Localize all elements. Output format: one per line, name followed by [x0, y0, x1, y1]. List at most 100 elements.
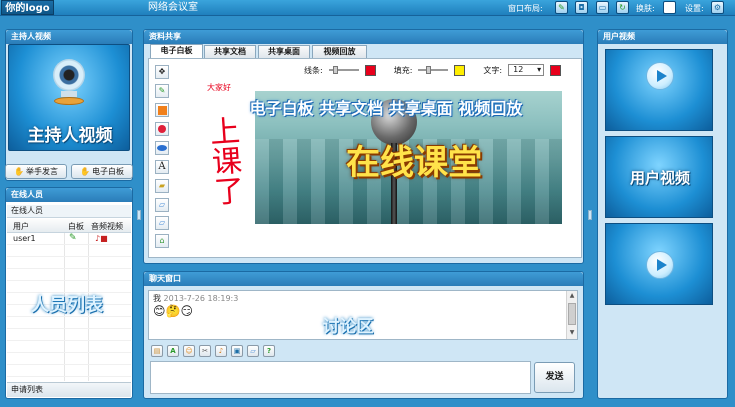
text-tool[interactable]: A	[155, 160, 169, 174]
user-video-tile[interactable]: 用户视频	[605, 136, 713, 218]
line-width-slider[interactable]	[328, 66, 359, 74]
user-video-title: 用户视频	[598, 30, 727, 44]
scroll-thumb[interactable]	[568, 303, 576, 325]
online-users-subtitle: 在线人员	[7, 205, 131, 218]
switch-label: 换肤:	[636, 4, 655, 13]
text-color-swatch[interactable]	[550, 64, 562, 76]
text-label: 文字:	[483, 65, 503, 75]
tab-video-playback[interactable]: 视频回放	[312, 45, 367, 58]
text-color-icon[interactable]: A	[167, 345, 179, 357]
scroll-up-icon[interactable]: ▲	[568, 292, 576, 300]
play-icon	[646, 251, 674, 279]
right-splitter-handle[interactable]	[588, 210, 592, 220]
left-splitter-handle[interactable]	[137, 210, 141, 220]
circle-icon	[158, 125, 166, 133]
table-row	[7, 365, 131, 377]
host-video-title: 主持人视频	[6, 30, 132, 44]
refresh-icon: ↻	[619, 2, 626, 12]
save-icon[interactable]: ▣	[231, 345, 243, 357]
emoji-icon[interactable]: ☺	[183, 345, 195, 357]
column-whiteboard: 白板	[68, 222, 84, 231]
screenshot-icon[interactable]: ✂	[199, 345, 211, 357]
table-row	[7, 353, 131, 365]
chat-bubbles-icon: ◘	[578, 2, 585, 12]
scroll-down-icon[interactable]: ▼	[568, 329, 576, 337]
line-label: 线条:	[304, 65, 323, 75]
layout-refresh-button[interactable]: ↻	[616, 1, 629, 14]
audio-video-icon[interactable]: ♪■	[95, 234, 108, 243]
table-row	[7, 245, 131, 257]
play-icon	[646, 62, 674, 90]
eraser-icon: ▱	[158, 200, 166, 209]
table-row	[7, 257, 131, 269]
share-title: 资料共享	[144, 30, 583, 44]
online-users-title: 在线人员	[6, 188, 132, 202]
ellipse-tool[interactable]	[155, 141, 169, 155]
layout-pencil-button[interactable]: ✎	[555, 1, 568, 14]
layout-screen-button[interactable]: ▭	[596, 1, 609, 14]
move-icon: ✥	[158, 67, 166, 76]
table-row	[7, 341, 131, 353]
chat-message-header: 我 2013-7-26 18:19:3	[153, 293, 238, 304]
chat-toolbar: ▤ A ☺ ✂ ♪ ▣ ▱ ?	[151, 344, 301, 358]
tab-shared-desktop[interactable]: 共享桌面	[258, 45, 310, 58]
eraser-tool[interactable]: ▱	[155, 198, 169, 212]
user-table-header: 用户 白板 音频视频	[7, 219, 131, 233]
user-video-tile[interactable]	[605, 49, 713, 131]
text-icon: A	[158, 161, 166, 172]
chat-sender: 我	[153, 294, 161, 303]
skin-switch-button[interactable]	[663, 1, 676, 14]
table-row	[7, 329, 131, 341]
layout-chat-button[interactable]: ◘	[575, 1, 588, 14]
hand-icon: ✋	[14, 167, 24, 176]
app-title: 网络会议室	[148, 2, 198, 13]
line-color-swatch[interactable]	[364, 64, 376, 76]
whiteboard-button[interactable]: ✋ 电子白板	[71, 164, 133, 179]
tab-shared-docs[interactable]: 共享文档	[204, 45, 256, 58]
table-row[interactable]: user1 ✎ ♪■	[7, 233, 131, 245]
clear-eraser-icon: ▱	[158, 218, 166, 227]
trash-icon: ⌂	[159, 236, 165, 245]
sound-icon[interactable]: ♪	[215, 345, 227, 357]
handwriting-annotation: 上课了	[202, 114, 245, 207]
help-icon[interactable]: ?	[263, 345, 275, 357]
font-icon[interactable]: ▤	[151, 345, 163, 357]
column-user: 用户	[13, 222, 29, 231]
layout-label: 窗口布局:	[508, 4, 543, 13]
highlighter-icon: ▰	[158, 181, 166, 190]
logo: 你的logo	[1, 0, 54, 15]
whiteboard-property-bar: 线条: 填充: 文字: 12 ▾	[274, 62, 574, 78]
circle-tool[interactable]	[155, 122, 169, 136]
ellipse-icon	[157, 145, 167, 151]
fill-width-slider[interactable]	[418, 66, 449, 74]
chat-input[interactable]	[150, 361, 531, 394]
chat-scrollbar[interactable]: ▲ ▼	[566, 291, 577, 339]
chevron-down-icon: ▾	[537, 65, 542, 74]
apply-list-bar[interactable]: 申请列表	[7, 382, 131, 397]
settings-label: 设置:	[685, 4, 704, 13]
trash-tool[interactable]: ⌂	[155, 234, 169, 248]
tab-whiteboard[interactable]: 电子白板	[150, 44, 203, 58]
table-row	[7, 317, 131, 329]
chat-timestamp: 2013-7-26 18:19:3	[163, 294, 239, 303]
highlighter-tool[interactable]: ▰	[155, 179, 169, 193]
gear-icon: ⚙	[713, 2, 722, 12]
user-video-tile[interactable]	[605, 223, 713, 305]
host-video-caption: 主持人视频	[27, 126, 113, 146]
pencil-tool[interactable]: ✎	[155, 84, 169, 98]
send-button[interactable]: 发送	[534, 362, 575, 393]
rectangle-tool[interactable]	[155, 103, 169, 117]
fill-color-swatch[interactable]	[454, 64, 466, 76]
move-tool[interactable]: ✥	[155, 65, 169, 79]
settings-button[interactable]: ⚙	[711, 1, 724, 14]
font-size-value: 12	[513, 65, 524, 74]
clear-eraser-tool[interactable]: ▱	[155, 216, 169, 230]
raise-hand-button[interactable]: ✋ 举手发言	[5, 164, 67, 179]
raise-hand-label: 举手发言	[25, 167, 58, 176]
clear-icon[interactable]: ▱	[247, 345, 259, 357]
font-size-select[interactable]: 12 ▾	[508, 64, 545, 76]
whiteboard-pencil-icon[interactable]: ✎	[69, 233, 77, 243]
rectangle-icon	[157, 105, 167, 115]
banner-title-text: 在线课堂	[346, 143, 482, 183]
smirk-emoji-icon: 😏	[180, 304, 193, 318]
